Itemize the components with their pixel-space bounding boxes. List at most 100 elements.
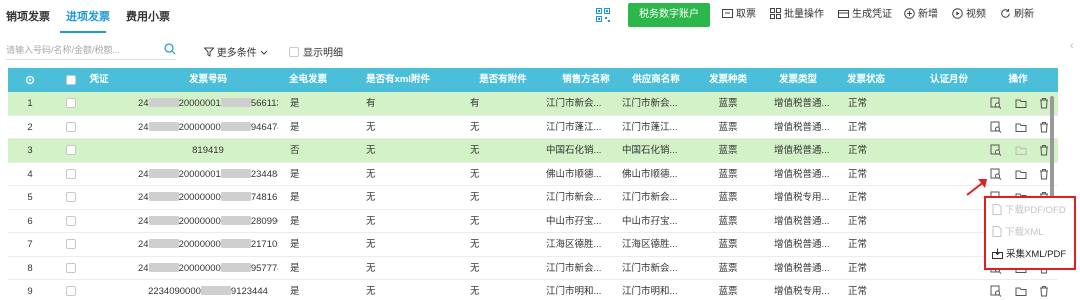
has-xml-cell: 有 bbox=[366, 98, 376, 109]
settings-icon[interactable] bbox=[25, 75, 35, 85]
has-attachment-cell: 无 bbox=[470, 286, 480, 297]
table-row[interactable]: 3 819419 否 无 无 中国石化销... 中国石化销... 蓝票 增值税普通... 正常 bbox=[8, 139, 1058, 163]
delete-icon[interactable] bbox=[1038, 121, 1050, 133]
row-checkbox[interactable] bbox=[66, 239, 76, 249]
masked-digits bbox=[220, 239, 251, 248]
invoice-suffix: 748161 bbox=[250, 192, 278, 203]
seller-name-cell: 中山市孖宝... bbox=[546, 215, 602, 227]
invoice-number: 24 20000001 234488 bbox=[138, 163, 278, 186]
menu-download-xml[interactable]: 下载XML bbox=[992, 223, 1044, 243]
row-checkbox[interactable] bbox=[66, 262, 76, 273]
has-xml-cell: 无 bbox=[366, 239, 376, 250]
menu-collect-xml-pdf[interactable]: 采集XML/PDF bbox=[992, 245, 1066, 265]
invoice-type-cell: 增值税普通... bbox=[774, 121, 830, 133]
supplier-name-cell: 江门市新会... bbox=[622, 262, 678, 274]
table-row[interactable]: 6 24 20000000 280990 是 无 无 中山市孖宝... 中山市孖宝... 蓝票 增值… bbox=[8, 210, 1058, 233]
row-checkbox[interactable] bbox=[66, 192, 76, 202]
side-collapse-handle[interactable]: ‹ bbox=[1070, 40, 1080, 56]
row-index: 8 bbox=[27, 262, 33, 274]
col-seller[interactable]: 销售方名称 bbox=[546, 68, 626, 92]
video-button[interactable]: 视频 bbox=[952, 0, 986, 30]
col-fully-digital[interactable]: 全电发票 bbox=[280, 68, 336, 92]
batch-operation-button[interactable]: 批量操作 bbox=[770, 0, 824, 30]
col-has-attachment[interactable]: 是否有附件 bbox=[458, 68, 548, 92]
delete-icon[interactable] bbox=[1038, 144, 1050, 156]
col-has-xml[interactable]: 是否有xml附件 bbox=[338, 68, 458, 92]
more-conditions-filter[interactable]: 更多条件 bbox=[203, 44, 268, 59]
folder-icon[interactable] bbox=[1015, 285, 1027, 297]
invoice-type-cell: 增值税普通... bbox=[774, 239, 830, 250]
seller-name-cell: 江海区德胜... bbox=[546, 239, 602, 250]
show-detail-checkbox[interactable] bbox=[289, 47, 299, 57]
col-cert-month[interactable]: 认证月份 bbox=[914, 68, 984, 92]
show-detail-toggle[interactable]: 显示明细 bbox=[289, 44, 343, 59]
refresh-button[interactable]: 刷新 bbox=[1000, 0, 1034, 30]
invoice-number: 24 20000000 748161 bbox=[138, 186, 278, 209]
has-attachment-cell: 无 bbox=[470, 262, 480, 274]
view-detail-icon[interactable] bbox=[990, 285, 1002, 297]
delete-icon[interactable] bbox=[1038, 285, 1050, 297]
masked-digits bbox=[148, 121, 179, 131]
tab-sales-invoice[interactable]: 销项发票 bbox=[6, 0, 50, 34]
has-attachment-cell: 无 bbox=[470, 121, 480, 133]
qr-code-icon[interactable] bbox=[596, 8, 610, 22]
plus-circle-icon bbox=[904, 8, 915, 19]
table-row[interactable]: 1 24 20000001 566113 是 有 有 江门市新会... 江门市新会... 蓝票 增值… bbox=[8, 92, 1058, 116]
col-invoice-status[interactable]: 发票状态 bbox=[836, 68, 896, 92]
generate-voucher-button[interactable]: 生成凭证 bbox=[838, 0, 892, 30]
table-row[interactable]: 7 24 20000000 217105 是 无 无 江海区德胜... 江海区德胜... 蓝票 增值… bbox=[8, 233, 1058, 257]
folder-icon[interactable] bbox=[1015, 144, 1027, 156]
fully-digital-cell: 是 bbox=[290, 121, 300, 133]
row-checkbox[interactable] bbox=[66, 215, 76, 226]
invoice-type-cell: 增值税普通... bbox=[774, 168, 830, 180]
masked-digits bbox=[220, 121, 251, 131]
view-detail-icon[interactable] bbox=[990, 97, 1002, 109]
delete-icon[interactable] bbox=[1038, 168, 1050, 180]
menu-download-pdf-ofd[interactable]: 下载PDF/OFD bbox=[992, 201, 1066, 221]
invoice-suffix: 9123444 bbox=[230, 286, 268, 297]
col-invoice-number[interactable]: 发票号码 bbox=[138, 68, 278, 92]
has-xml-cell: 无 bbox=[366, 145, 376, 156]
masked-digits bbox=[200, 286, 231, 295]
tab-expense-receipt[interactable]: 费用小票 bbox=[126, 0, 170, 34]
invoice-prefix: 24 bbox=[138, 121, 149, 133]
invoice-type-cell: 增值税专用... bbox=[774, 192, 830, 203]
masked-digits bbox=[220, 215, 251, 225]
table-row[interactable]: 8 24 20000000 957774 是 无 无 江门市新会... 江门市新会... 蓝票 增值… bbox=[8, 257, 1058, 280]
row-checkbox[interactable] bbox=[66, 98, 76, 108]
tab-purchase-invoice[interactable]: 进项发票 bbox=[66, 0, 110, 34]
view-detail-icon[interactable] bbox=[990, 121, 1002, 133]
row-index: 6 bbox=[27, 215, 33, 227]
row-checkbox[interactable] bbox=[66, 121, 76, 132]
col-invoice-type[interactable]: 发票类型 bbox=[768, 68, 828, 92]
fetch-invoice-button[interactable]: 取票 bbox=[722, 0, 756, 30]
search-input[interactable] bbox=[6, 40, 156, 60]
col-invoice-kind[interactable]: 发票种类 bbox=[698, 68, 758, 92]
select-all-checkbox[interactable] bbox=[66, 75, 76, 85]
download-dropdown-menu: 下载PDF/OFD 下载XML 采集XML/PDF bbox=[984, 196, 1076, 270]
col-supplier[interactable]: 供应商名称 bbox=[616, 68, 696, 92]
table-row[interactable]: 5 24 20000000 748161 是 无 无 江门市新会... 江门市新会... 蓝票 增值… bbox=[8, 186, 1058, 210]
seller-name-cell: 江门市新会... bbox=[546, 192, 602, 203]
row-index: 5 bbox=[27, 192, 33, 203]
tax-digital-account-button[interactable]: 税务数字账户 bbox=[628, 3, 710, 27]
row-checkbox[interactable] bbox=[66, 145, 76, 155]
table-row[interactable]: 4 24 20000001 234488 是 无 无 佛山市顺德... 佛山市顺德... 蓝票 增值… bbox=[8, 163, 1058, 186]
folder-icon[interactable] bbox=[1015, 168, 1027, 180]
delete-icon[interactable] bbox=[1038, 97, 1050, 109]
view-detail-icon[interactable] bbox=[990, 144, 1002, 156]
table-row[interactable]: 2 24 20000000 946474 是 无 无 江门市蓬江... 江门市蓬江... 蓝票 增值… bbox=[8, 116, 1058, 139]
col-voucher[interactable]: 凭证 bbox=[86, 68, 112, 92]
folder-icon[interactable] bbox=[1015, 97, 1027, 109]
view-detail-icon[interactable] bbox=[990, 168, 1002, 180]
add-button[interactable]: 新增 bbox=[904, 0, 938, 30]
row-checkbox[interactable] bbox=[66, 168, 76, 179]
row-checkbox[interactable] bbox=[66, 286, 76, 296]
table-row[interactable]: 9 2234090000 9123444 是 无 无 江门市明和... 江门市明和... 蓝票 增… bbox=[8, 280, 1058, 300]
folder-icon[interactable] bbox=[1015, 121, 1027, 133]
search-icon[interactable] bbox=[164, 43, 176, 55]
fully-digital-cell: 否 bbox=[290, 145, 300, 156]
row-index: 7 bbox=[27, 239, 33, 250]
collect-icon bbox=[992, 248, 1003, 259]
fully-digital-cell: 是 bbox=[290, 98, 300, 109]
